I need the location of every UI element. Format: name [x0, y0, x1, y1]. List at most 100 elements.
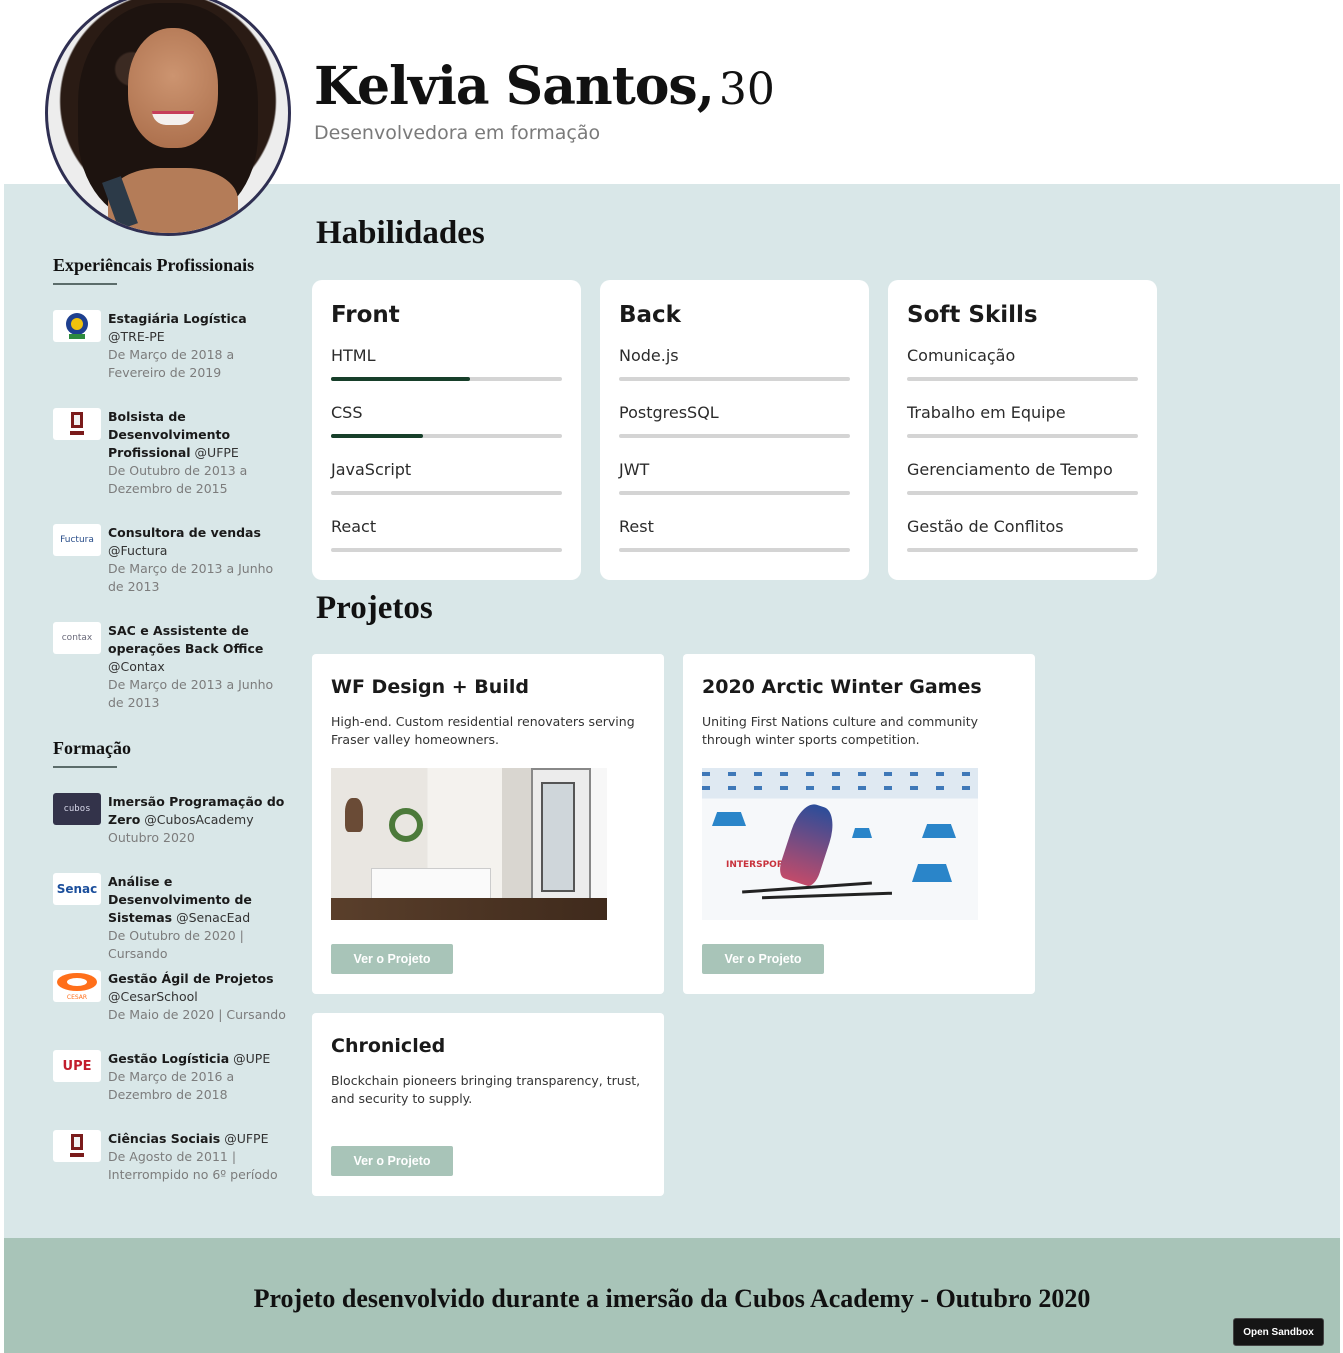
svg-text:CESAR: CESAR — [67, 994, 87, 1001]
skill-bar — [331, 491, 562, 495]
senac-logo-icon: Senac — [53, 873, 101, 905]
skill-item: React — [331, 517, 562, 552]
skill-card-title: Back — [619, 302, 681, 328]
skill-card-title: Soft Skills — [907, 302, 1038, 328]
bench-shape — [371, 868, 491, 900]
education-date: Outubro 2020 — [108, 830, 195, 845]
profile-name: Kelvia Santos, — [314, 56, 715, 117]
skill-item: PostgresSQL — [619, 403, 850, 438]
education-org: @CubosAcademy — [144, 812, 254, 827]
skill-label: Gestão de Conflitos — [907, 517, 1064, 536]
project-title: WF Design + Build — [331, 676, 529, 698]
contax-logo-icon: contax — [53, 622, 101, 654]
view-project-button[interactable]: Ver o Projeto — [702, 944, 824, 974]
education-title-text: Gestão Logísticia — [108, 1051, 230, 1066]
course-marker — [922, 824, 956, 838]
tre-pe-logo-icon — [53, 310, 101, 342]
marker-row — [702, 786, 978, 790]
skill-item: JWT — [619, 460, 850, 495]
skill-item: Rest — [619, 517, 850, 552]
skill-bar — [331, 434, 562, 438]
project-card: Chronicled Blockchain pioneers bringing … — [312, 1013, 664, 1196]
education-org: @SenacEad — [176, 910, 251, 925]
experience-org: @Contax — [108, 659, 165, 674]
upe-logo-icon: UPE — [53, 1050, 101, 1082]
skill-label: Gerenciamento de Tempo — [907, 460, 1113, 479]
skill-bar — [331, 377, 562, 381]
course-marker — [712, 812, 746, 826]
project-title: 2020 Arctic Winter Games — [702, 676, 982, 698]
project-title: Chronicled — [331, 1035, 446, 1057]
ufpe-logo-icon — [53, 1130, 101, 1162]
project-image — [331, 768, 607, 920]
experience-title-text: Estagiária Logística — [108, 311, 247, 326]
skill-bar — [619, 434, 850, 438]
education-date: De Agosto de 2011 | Interrompido no 6º p… — [108, 1149, 278, 1182]
profile-subtitle: Desenvolvedora em formação — [314, 122, 601, 144]
project-image: INTERSPORT — [702, 768, 978, 920]
experience-org: @TRE-PE — [108, 329, 165, 344]
skill-bar — [619, 548, 850, 552]
education-org: @UFPE — [224, 1131, 269, 1146]
skill-bar — [619, 491, 850, 495]
education-title: Formação — [53, 738, 131, 758]
ufpe-logo-icon — [53, 408, 101, 440]
door-window-shape — [541, 782, 575, 892]
skill-bar — [619, 377, 850, 381]
view-project-button[interactable]: Ver o Projeto — [331, 944, 453, 974]
skill-item: HTML — [331, 346, 562, 381]
projects-title: Projetos — [316, 590, 433, 626]
education-title-text: Gestão Ágil de Projetos — [108, 971, 274, 986]
skill-card-back: Back Node.js PostgresSQL JWT Rest — [600, 280, 869, 580]
skill-bar — [331, 548, 562, 552]
skill-label: React — [331, 517, 377, 536]
floor-shape — [331, 898, 607, 920]
skill-label: HTML — [331, 346, 376, 365]
education-underline — [53, 766, 117, 768]
experience-title-text: SAC e Assistente de operações Back Offic… — [108, 623, 264, 656]
fuctura-logo-icon: Fuctura — [53, 524, 101, 556]
wreath-shape — [389, 808, 423, 842]
project-description: Uniting First Nations culture and commun… — [702, 714, 979, 747]
skill-item: Node.js — [619, 346, 850, 381]
project-card: 2020 Arctic Winter Games Uniting First N… — [683, 654, 1035, 994]
skill-bar — [907, 548, 1138, 552]
skill-item: Comunicação — [907, 346, 1138, 381]
skill-bar — [907, 491, 1138, 495]
skill-card-soft-skills: Soft Skills Comunicação Trabalho em Equi… — [888, 280, 1157, 580]
experience-title: Experiêncais Profissionais — [53, 255, 255, 275]
skill-label: Node.js — [619, 346, 679, 365]
cubos-logo-icon: cubos — [53, 793, 101, 825]
profile-name-line: Kelvia Santos, 30 — [314, 56, 775, 117]
bag-shape — [345, 798, 363, 832]
skill-item: JavaScript — [331, 460, 562, 495]
ski-shape — [761, 891, 893, 900]
project-card: WF Design + Build High-end. Custom resid… — [312, 654, 664, 994]
footer-text: Projeto desenvolvido durante a imersão d… — [253, 1284, 1091, 1313]
profile-age: 30 — [718, 64, 775, 115]
skill-bar — [907, 434, 1138, 438]
skill-item: Gerenciamento de Tempo — [907, 460, 1138, 495]
marker-row — [702, 772, 978, 776]
experience-date: De Março de 2018 a Fevereiro de 2019 — [108, 347, 235, 380]
skills-title: Habilidades — [316, 215, 485, 251]
skill-label: Trabalho em Equipe — [907, 403, 1066, 422]
skill-label: PostgresSQL — [619, 403, 719, 422]
project-description: High-end. Custom residential renovaters … — [331, 714, 635, 747]
open-sandbox-button[interactable]: Open Sandbox — [1233, 1318, 1324, 1346]
cesar-logo-icon: CESAR — [53, 970, 101, 1002]
skill-bar-fill — [331, 377, 470, 381]
experience-date: De Outubro de 2013 a Dezembro de 2015 — [108, 463, 248, 496]
skill-card-front: Front HTML CSS JavaScript React — [312, 280, 581, 580]
experience-org: @UFPE — [194, 445, 239, 460]
skill-label: Rest — [619, 517, 654, 536]
experience-title-text: Consultora de vendas — [108, 525, 261, 540]
course-marker — [852, 828, 872, 838]
skill-bar — [907, 377, 1138, 381]
skill-card-title: Front — [331, 302, 400, 328]
education-date: De Outubro de 2020 | Cursando — [108, 928, 244, 961]
education-org: @UPE — [233, 1051, 271, 1066]
project-description: Blockchain pioneers bringing transparenc… — [331, 1073, 641, 1106]
education-date: De Maio de 2020 | Cursando — [108, 1007, 286, 1022]
view-project-button[interactable]: Ver o Projeto — [331, 1146, 453, 1176]
